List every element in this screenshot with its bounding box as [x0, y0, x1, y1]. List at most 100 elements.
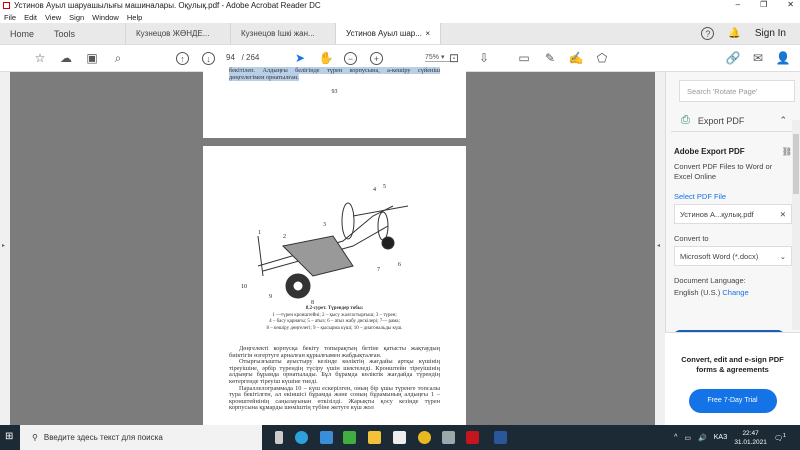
volume-icon[interactable]: 🔊	[698, 434, 707, 442]
chevron-up-icon[interactable]: ^	[674, 434, 677, 441]
window-title: Устинов Ауыл шаруашылығы машиналары. Оқу…	[14, 1, 321, 10]
task-view-icon[interactable]	[275, 431, 283, 444]
clear-file-icon[interactable]: ✕	[780, 210, 786, 219]
left-panel-toggle[interactable]: ▸	[0, 72, 10, 425]
figure-label: 7	[377, 267, 380, 273]
share-link-icon[interactable]: 🔗	[725, 50, 741, 66]
page-up-icon[interactable]: ↑	[176, 52, 189, 65]
chevron-up-icon[interactable]: ⌃	[779, 115, 787, 126]
add-user-icon[interactable]: 👤	[775, 50, 791, 66]
current-page[interactable]: 94	[226, 53, 235, 62]
figure-caption: 8.2-сурет. Түрендер тобы: 1 —түрен кронш…	[203, 306, 466, 332]
bell-icon[interactable]: 🔔	[728, 28, 740, 39]
zoom-out-icon[interactable]: −	[344, 52, 357, 65]
print-icon[interactable]: ▣	[84, 50, 100, 66]
file-explorer-icon[interactable]	[368, 431, 381, 444]
document-language-label: Document Language:	[674, 276, 746, 285]
notification-icon[interactable]: 🗨1	[774, 433, 786, 442]
star-icon[interactable]: ☆	[32, 50, 48, 66]
export-description: Convert PDF Files to Word or Excel Onlin…	[674, 162, 773, 181]
search-icon: ⚲	[32, 433, 38, 442]
stamp-icon[interactable]: ⬠	[594, 50, 610, 66]
page-number-field[interactable]: 94 / 264	[226, 53, 259, 62]
figure-label: 3	[323, 222, 326, 228]
figure-label: 9	[269, 294, 272, 300]
tab-bar: Home Tools Кузнецов ЖӨНДЕ... Кузнецов Іш…	[0, 23, 800, 45]
selected-file-field[interactable]: Устинов А...қулық.pdf ✕	[674, 204, 792, 224]
time: 22:47	[742, 429, 759, 437]
link-icon[interactable]: ⛓	[782, 147, 792, 156]
menu-file[interactable]: File	[4, 13, 16, 22]
export-pdf-header[interactable]: ⎙ Export PDF ⌃	[671, 110, 793, 132]
title-bar: Устинов Ауыл шаруашылығы машиналары. Оқу…	[0, 0, 800, 11]
selected-text[interactable]: бекітілеп. Алдыңғы белігінде түрен корпу…	[229, 67, 440, 81]
page-down-icon[interactable]: ↓	[202, 52, 215, 65]
minimize-button[interactable]: –	[736, 0, 740, 9]
app-a-icon[interactable]	[343, 431, 356, 444]
pdf-page-93: бекітілеп. Алдыңғы белігінде түрен корпу…	[203, 67, 466, 138]
word-icon[interactable]	[494, 431, 507, 444]
figure-label: 4	[373, 187, 376, 193]
export-pdf-icon: ⎙	[681, 114, 690, 126]
change-language-link[interactable]: Change	[722, 288, 748, 297]
document-language-value: English (U.S.)	[674, 288, 721, 297]
highlight-pen-icon[interactable]: ✎	[542, 50, 558, 66]
menu-view[interactable]: View	[45, 13, 61, 22]
scroll-mode-icon[interactable]: ⇩	[476, 50, 492, 66]
menu-bar: File Edit View Sign Window Help	[0, 11, 800, 23]
select-pdf-file-link[interactable]: Select PDF File	[674, 192, 792, 201]
network-icon[interactable]: ▭	[684, 434, 691, 442]
tab-home[interactable]: Home	[0, 23, 44, 44]
convert-to-select[interactable]: Microsoft Word (*.docx) ⌄	[674, 246, 792, 266]
hand-tool-icon[interactable]: ✋	[318, 50, 334, 66]
zoom-in-icon[interactable]: +	[370, 52, 383, 65]
app-icon[interactable]	[442, 431, 455, 444]
fit-page-icon[interactable]: ⊡	[446, 50, 462, 66]
language-indicator[interactable]: KAЗ	[714, 434, 728, 441]
tools-search-input[interactable]: Search 'Rotate Page'	[679, 80, 795, 102]
date: 31.01.2021	[734, 438, 767, 446]
menu-sign[interactable]: Sign	[69, 13, 84, 22]
sign-in-button[interactable]: Sign In	[755, 28, 786, 39]
windows-taskbar: ⊞ ⚲ Введите здесь текст для поиска ^ ▭ 🔊 …	[0, 425, 800, 450]
chrome-icon[interactable]	[418, 431, 431, 444]
caption-line: 8 – көшіру дөңгелегі; 9 – қысырма күші; …	[266, 325, 403, 331]
figure-label: 5	[383, 184, 386, 190]
panel-scrollbar[interactable]	[792, 120, 800, 330]
help-icon[interactable]: ?	[701, 27, 715, 40]
tab-close-icon[interactable]: ×	[425, 29, 430, 38]
clock[interactable]: 22:47 31.01.2021	[734, 429, 767, 447]
tab-document-2[interactable]: Кузнецов Ішкі жан...	[231, 23, 337, 44]
search-icon[interactable]: ⌕	[110, 50, 126, 66]
windows-start-icon[interactable]: ⊞	[5, 431, 13, 442]
edge-icon[interactable]	[295, 431, 308, 444]
taskbar-search-placeholder: Введите здесь текст для поиска	[43, 433, 163, 442]
notification-count: 1	[782, 432, 786, 439]
tab-document-1[interactable]: Кузнецов ЖӨНДЕ...	[126, 23, 232, 44]
tab-tools[interactable]: Tools	[44, 23, 127, 44]
comment-icon[interactable]: ▭	[516, 50, 532, 66]
menu-help[interactable]: Help	[127, 13, 142, 22]
menu-window[interactable]: Window	[92, 13, 119, 22]
paragraph: Отырғызғышты ауыстыру кезінде көліктің ж…	[229, 358, 440, 385]
store-icon[interactable]	[393, 431, 406, 444]
convert-to-value: Microsoft Word (*.docx)	[680, 251, 759, 261]
tab-document-3[interactable]: Устинов Ауыл шар... ×	[336, 23, 442, 44]
export-pdf-label: Export PDF	[697, 115, 745, 126]
email-icon[interactable]: ✉	[750, 50, 766, 66]
free-trial-button[interactable]: Free 7-Day Trial	[688, 389, 777, 413]
sign-icon[interactable]: ✍	[568, 50, 584, 66]
document-area[interactable]: ▸ бекітілеп. Алдыңғы белігінде түрен кор…	[0, 67, 665, 436]
cloud-upload-icon[interactable]: ☁	[58, 50, 74, 66]
total-pages: / 264	[241, 53, 260, 62]
restore-button[interactable]: ❐	[760, 0, 767, 9]
select-cursor-icon[interactable]: ➤	[292, 50, 308, 66]
document-scrollbar[interactable]: ◂	[655, 72, 665, 425]
taskbar-search[interactable]: ⚲ Введите здесь текст для поиска	[20, 425, 262, 450]
trial-promo: Convert, edit and e-sign PDF forms & agr…	[665, 332, 800, 425]
acrobat-taskbar-icon[interactable]	[466, 431, 479, 444]
tab-label: Home	[10, 28, 35, 39]
mail-icon[interactable]	[320, 431, 333, 444]
menu-edit[interactable]: Edit	[24, 13, 37, 22]
close-button[interactable]: ✕	[787, 0, 794, 9]
